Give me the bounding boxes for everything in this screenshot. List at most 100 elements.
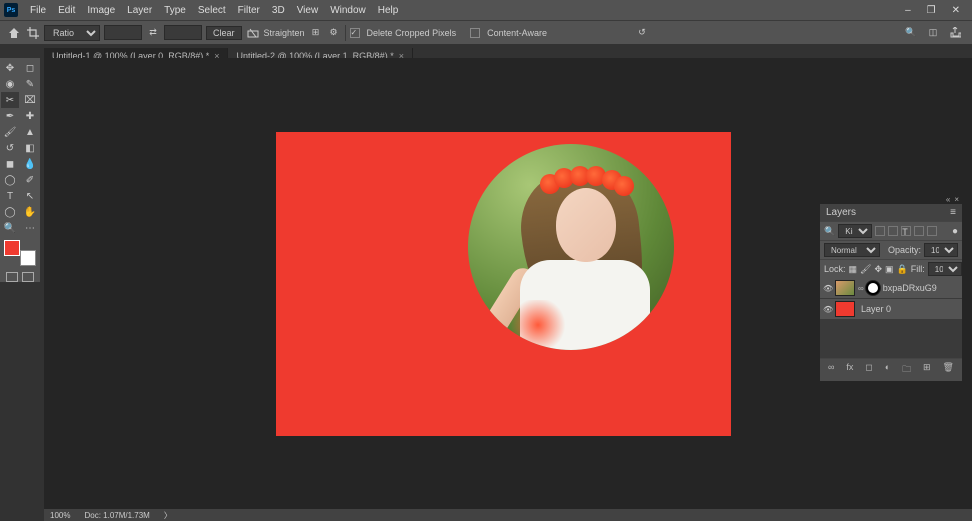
- crop-height-field[interactable]: [164, 25, 202, 40]
- new-adjustment-icon[interactable]: ◐: [885, 362, 890, 378]
- lock-all-icon[interactable]: 🔒: [897, 264, 908, 275]
- healing-tool[interactable]: ✚: [21, 108, 39, 124]
- filter-pixel-icon[interactable]: [875, 226, 885, 236]
- photo-content: [468, 144, 674, 350]
- hand-tool[interactable]: ✋: [21, 204, 39, 220]
- blend-mode-select[interactable]: Normal: [824, 243, 880, 257]
- brush-tool[interactable]: 🖌: [1, 124, 19, 140]
- lock-image-icon[interactable]: 🖌: [860, 264, 871, 275]
- layer-name[interactable]: bxpaDRxuG9: [883, 283, 937, 293]
- status-chevron-icon[interactable]: 〉: [164, 510, 172, 521]
- crop-tool-icon[interactable]: [26, 26, 40, 40]
- layer-thumb[interactable]: [835, 280, 855, 296]
- stamp-tool[interactable]: ▲: [21, 124, 39, 140]
- clear-button[interactable]: Clear: [206, 26, 242, 40]
- move-tool[interactable]: ✥: [1, 60, 19, 76]
- filter-shape-icon[interactable]: [914, 226, 924, 236]
- menu-filter[interactable]: Filter: [232, 5, 266, 16]
- menu-help[interactable]: Help: [372, 5, 405, 16]
- menu-select[interactable]: Select: [192, 5, 232, 16]
- canvas[interactable]: [276, 132, 731, 436]
- filter-toggle-icon[interactable]: ●: [952, 226, 958, 237]
- history-brush-tool[interactable]: ↺: [1, 140, 19, 156]
- link-layers-icon[interactable]: ∞: [828, 362, 834, 378]
- layer-thumb[interactable]: [835, 301, 855, 317]
- mask-link-icon[interactable]: ∞: [858, 284, 864, 293]
- more-tools[interactable]: ⋯: [21, 220, 39, 236]
- crop-preset-select[interactable]: Ratio: [44, 25, 100, 41]
- new-group-icon[interactable]: 🗀: [902, 362, 911, 378]
- lasso-tool[interactable]: ◉: [1, 76, 19, 92]
- blur-tool[interactable]: 💧: [21, 156, 39, 172]
- menu-file[interactable]: File: [24, 5, 52, 16]
- quick-mask-icon[interactable]: [6, 272, 18, 282]
- menu-type[interactable]: Type: [158, 5, 192, 16]
- crop-settings-icon[interactable]: ⚙: [327, 26, 341, 40]
- foreground-color[interactable]: [4, 240, 20, 256]
- straighten-icon[interactable]: [246, 26, 260, 40]
- lock-artboard-icon[interactable]: ▣: [885, 264, 894, 275]
- delete-cropped-checkbox[interactable]: [350, 28, 360, 38]
- layer-fx-icon[interactable]: fx: [846, 362, 853, 378]
- add-mask-icon[interactable]: ◻: [865, 362, 872, 378]
- path-select-tool[interactable]: ↖: [21, 188, 39, 204]
- share-icon[interactable]: [948, 26, 962, 40]
- crop-tool[interactable]: ✂: [1, 92, 19, 108]
- layer-visibility-icon[interactable]: 👁: [823, 305, 833, 314]
- swap-icon[interactable]: ⇄: [146, 26, 160, 40]
- workspace-icon[interactable]: ◫: [926, 26, 940, 40]
- layer-filter-kind[interactable]: Kind: [838, 224, 872, 238]
- layers-panel-title: Layers: [826, 207, 856, 218]
- window-minimize[interactable]: –: [897, 5, 919, 16]
- panel-controls: « ×: [820, 195, 962, 204]
- crop-width-field[interactable]: [104, 25, 142, 40]
- content-aware-checkbox[interactable]: [470, 28, 480, 38]
- layer-mask-thumb[interactable]: [865, 280, 881, 296]
- eyedropper-tool[interactable]: ✒: [1, 108, 19, 124]
- panel-collapse-icon[interactable]: «: [946, 195, 950, 204]
- lock-position-icon[interactable]: ✥: [874, 264, 882, 275]
- dodge-tool[interactable]: ◯: [1, 172, 19, 188]
- menu-layer[interactable]: Layer: [121, 5, 158, 16]
- home-icon[interactable]: [6, 25, 22, 41]
- pen-tool[interactable]: ✐: [21, 172, 39, 188]
- layer-name[interactable]: Layer 0: [861, 304, 891, 314]
- layer-row[interactable]: 👁 ∞ bxpaDRxuG9: [820, 278, 962, 298]
- window-close[interactable]: ✕: [944, 5, 968, 16]
- layer-row[interactable]: 👁 Layer 0: [820, 299, 962, 319]
- quick-select-tool[interactable]: ✎: [21, 76, 39, 92]
- doc-size[interactable]: Doc: 1.07M/1.73M: [84, 511, 149, 520]
- filter-type-icon[interactable]: T: [901, 226, 911, 236]
- panel-close-icon[interactable]: ×: [954, 195, 959, 204]
- menu-window[interactable]: Window: [324, 5, 372, 16]
- marquee-tool[interactable]: ◻: [21, 60, 39, 76]
- zoom-level[interactable]: 100%: [50, 511, 70, 520]
- gradient-tool[interactable]: ◼: [1, 156, 19, 172]
- new-layer-icon[interactable]: ⊞: [923, 362, 931, 378]
- screen-mode-icon[interactable]: [22, 272, 34, 282]
- type-tool[interactable]: T: [1, 188, 19, 204]
- reset-icon[interactable]: ↺: [635, 26, 649, 40]
- menu-edit[interactable]: Edit: [52, 5, 81, 16]
- eraser-tool[interactable]: ◧: [21, 140, 39, 156]
- fill-label: Fill:: [911, 264, 925, 274]
- panel-menu-icon[interactable]: ≡: [950, 207, 956, 218]
- menu-image[interactable]: Image: [81, 5, 121, 16]
- opacity-select[interactable]: 100%: [924, 243, 958, 257]
- search-icon[interactable]: 🔍: [904, 26, 918, 40]
- filter-smart-icon[interactable]: [927, 226, 937, 236]
- zoom-tool[interactable]: 🔍: [1, 220, 19, 236]
- lock-transparency-icon[interactable]: ▦: [849, 264, 858, 275]
- window-maximize[interactable]: ❐: [919, 5, 944, 16]
- delete-layer-icon[interactable]: 🗑: [943, 362, 954, 378]
- frame-tool[interactable]: ⌧: [21, 92, 39, 108]
- shape-tool[interactable]: ◯: [1, 204, 19, 220]
- filter-adjust-icon[interactable]: [888, 226, 898, 236]
- color-swatches[interactable]: [4, 240, 36, 266]
- background-color[interactable]: [20, 250, 36, 266]
- layer-visibility-icon[interactable]: 👁: [823, 284, 833, 293]
- menu-view[interactable]: View: [291, 5, 325, 16]
- menu-3d[interactable]: 3D: [266, 5, 291, 16]
- fill-select[interactable]: 100%: [928, 262, 962, 276]
- overlay-grid-icon[interactable]: ⊞: [309, 26, 323, 40]
